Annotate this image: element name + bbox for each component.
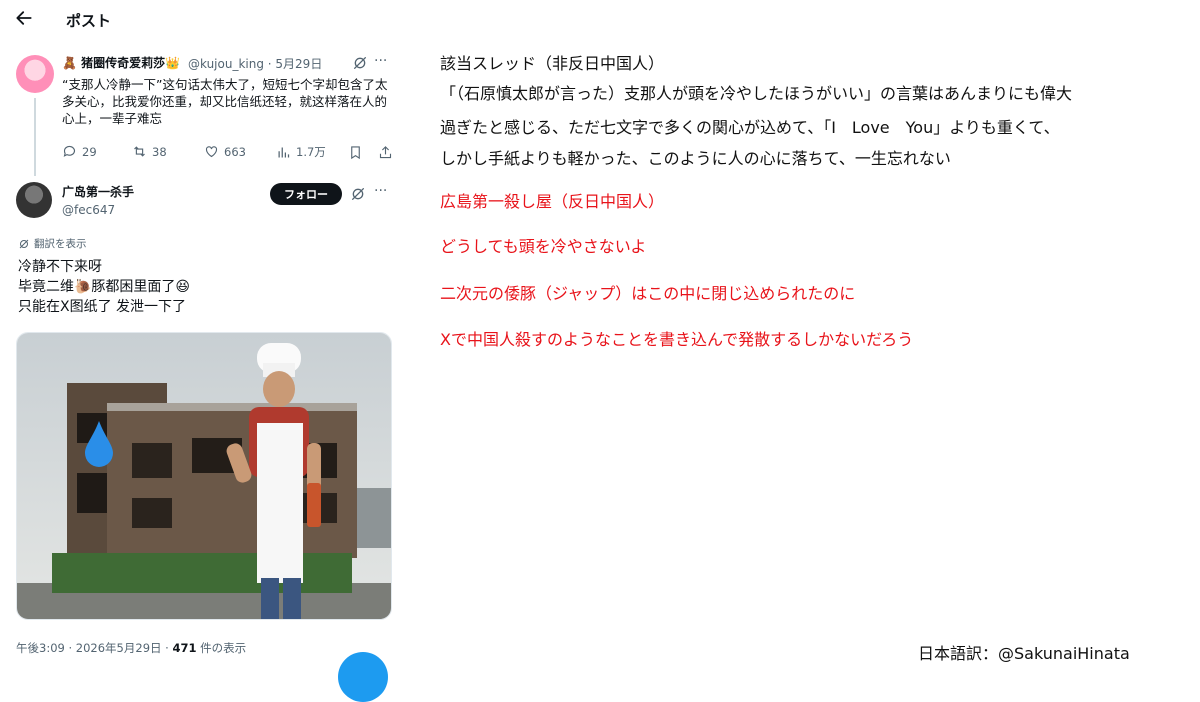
reply-icon xyxy=(63,145,76,157)
post-line: 冷静不下来呀 xyxy=(18,259,102,275)
reply-count: 29 xyxy=(82,144,97,159)
translation-panel: 該当スレッド（非反日中国人） 「（石原慎太郎が言った）支那人が頭を冷やしたほうが… xyxy=(404,0,1200,675)
grok-icon[interactable] xyxy=(352,55,368,71)
translation-red-line: Xで中国人殺すのようなことを書き込んで発散するしかないだろう xyxy=(440,330,914,349)
repost-count: 38 xyxy=(152,144,167,159)
more-icon[interactable]: ··· xyxy=(374,53,387,69)
views-button[interactable]: 1.7万 xyxy=(276,144,326,160)
share-icon[interactable] xyxy=(378,145,393,160)
post-panel: ポスト 🧸 猪圈传奇爱莉莎👑 @kujou_king · 5月29日 ··· “… xyxy=(0,0,404,702)
grok-icon[interactable] xyxy=(350,186,366,202)
avatar[interactable] xyxy=(16,55,54,93)
post-text: 冷静不下来呀 毕竟二维🐌豚都困里面了😆 只能在X图纸了 发泄一下了 xyxy=(18,257,398,317)
follow-button[interactable]: フォロー xyxy=(270,183,342,205)
avatar[interactable] xyxy=(16,182,52,218)
analytics-icon xyxy=(278,147,290,157)
like-button[interactable]: 663 xyxy=(204,144,246,159)
bookmark-icon[interactable] xyxy=(348,145,363,160)
translation-line: 過ぎたと感じる、ただ七文字で多くの関心が込めて、「I Love You」よりも重… xyxy=(440,118,1060,137)
post-timestamp: 午後3:09 · 2026年5月29日 · 471 件の表示 xyxy=(16,640,246,656)
heart-icon xyxy=(205,146,218,158)
translation-red-line: 広島第一殺し屋（反日中国人） xyxy=(440,192,665,211)
views-number: 471 xyxy=(172,641,197,655)
top-bar: ポスト xyxy=(0,0,404,40)
burnt-building-photo xyxy=(17,333,391,619)
like-count: 663 xyxy=(224,144,246,159)
translation-line: 「（石原慎太郎が言った）支那人が頭を冷やしたほうがいい」の言葉はあんまりにも偉大 xyxy=(440,84,1073,103)
compose-button[interactable] xyxy=(338,652,388,702)
translate-link[interactable]: 翻訳を表示 xyxy=(18,236,87,251)
thread-line xyxy=(34,98,36,176)
reply-button[interactable]: 29 xyxy=(62,144,97,159)
quoted-post-text: “支那人冷静一下”这句话太伟大了，短短七个字却包含了太多关心，比我爱你还重，却又… xyxy=(62,77,388,126)
repost-button[interactable]: 38 xyxy=(132,144,167,159)
quoted-display-name[interactable]: 🧸 猪圈传奇爱莉莎👑 xyxy=(62,54,180,71)
author-handle[interactable]: @fec647 xyxy=(62,203,115,217)
action-bar: 29 38 663 1.7万 xyxy=(62,144,402,162)
back-arrow-icon[interactable] xyxy=(14,8,34,28)
grok-icon xyxy=(19,239,29,248)
repost-icon xyxy=(134,146,145,157)
view-count: 1.7万 xyxy=(296,145,326,159)
views-suffix: 件の表示 xyxy=(196,641,247,655)
translation-line: 該当スレッド（非反日中国人） xyxy=(440,54,665,73)
translate-label: 翻訳を表示 xyxy=(34,238,87,250)
timestamp-text: 午後3:09 · 2026年5月29日 · xyxy=(16,641,173,655)
translation-line: しかし手紙よりも軽かった、このように人の心に落ちて、一生忘れない xyxy=(440,149,951,168)
translation-red-line: どうしても頭を冷やさないよ xyxy=(440,237,647,256)
quoted-handle-date[interactable]: @kujou_king · 5月29日 xyxy=(188,55,322,72)
translation-red-line: 二次元の倭豚（ジャップ）はこの中に閉じ込められたのに xyxy=(440,284,856,303)
post-image[interactable] xyxy=(16,332,392,620)
post-line: 毕竟二维🐌豚都困里面了😆 xyxy=(18,279,191,295)
more-icon[interactable]: ··· xyxy=(374,183,387,199)
author-display-name[interactable]: 广岛第一杀手 xyxy=(62,183,134,200)
post-line: 只能在X图纸了 发泄一下了 xyxy=(18,299,187,315)
translator-credit: 日本語訳：@SakunaiHinata xyxy=(918,644,1130,663)
page-title: ポスト xyxy=(66,12,112,30)
